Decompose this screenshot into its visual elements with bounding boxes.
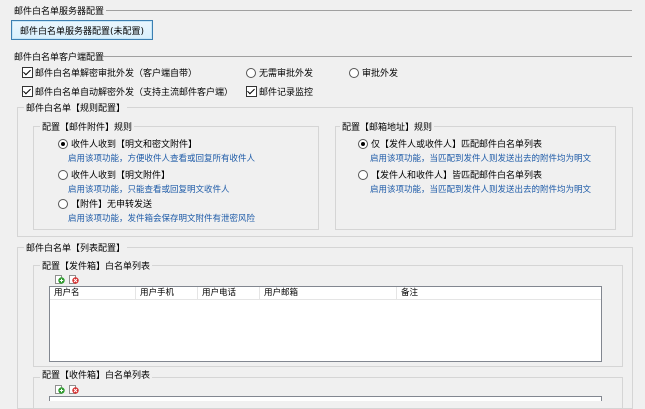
decrypt-approval-label: 邮件白名单解密审批外发（客户端自带）: [35, 69, 198, 79]
column-header[interactable]: 用户电话: [198, 287, 260, 299]
record-monitor-label: 邮件记录监控: [259, 88, 314, 98]
checkbox-box[interactable]: [22, 67, 33, 78]
decrypt-approval-checkbox[interactable]: 邮件白名单解密审批外发（客户端自带）: [22, 66, 197, 79]
divider: [106, 10, 632, 11]
address-rule-radio-2[interactable]: 【发件人和收件人】皆匹配邮件白名单列表: [358, 168, 542, 181]
attachment-rule-radio-1[interactable]: 收件人收到【明文和密文附件】: [58, 137, 197, 150]
record-monitor-checkbox[interactable]: 邮件记录监控: [246, 85, 313, 98]
address-rules-title: 配置【邮箱地址】规则: [340, 120, 435, 133]
approval-label: 审批外发: [362, 69, 399, 79]
radio-circle[interactable]: [358, 169, 368, 180]
radio-circle[interactable]: [349, 67, 359, 78]
checkbox-box[interactable]: [246, 86, 257, 97]
delete-icon[interactable]: [69, 384, 79, 394]
address-rule-label: 【发件人和收件人】皆匹配邮件白名单列表: [371, 171, 543, 181]
receiver-list-table[interactable]: [49, 396, 602, 401]
attachment-rules-title: 配置【邮件附件】规则: [40, 120, 135, 133]
radio-circle[interactable]: [358, 138, 368, 149]
table-header: 用户名 用户手机 用户电话 用户邮箱 备注: [50, 287, 601, 300]
attachment-rule-label: 收件人收到【明文和密文附件】: [71, 140, 198, 150]
radio-circle[interactable]: [246, 67, 256, 78]
server-config-button[interactable]: 邮件白名单服务器配置(未配置): [11, 20, 153, 40]
receiver-list-title: 配置【收件箱】白名单列表: [40, 368, 153, 381]
column-header[interactable]: 用户名: [50, 287, 136, 299]
list-section-title: 邮件白名单【列表配置】: [24, 241, 128, 254]
rule-section-title: 邮件白名单【规则配置】: [24, 101, 128, 114]
no-approval-radio[interactable]: 无需审批外发: [246, 66, 313, 79]
add-icon[interactable]: [55, 384, 65, 394]
checkbox-box[interactable]: [22, 86, 33, 97]
receiver-list-group: [33, 377, 623, 408]
radio-circle[interactable]: [58, 138, 68, 149]
divider: [102, 56, 632, 57]
sender-list-table[interactable]: 用户名 用户手机 用户电话 用户邮箱 备注: [49, 286, 602, 362]
no-approval-label: 无需审批外发: [259, 69, 314, 79]
add-icon[interactable]: [55, 274, 65, 284]
auto-decrypt-checkbox[interactable]: 邮件白名单自动解密外发（支持主流邮件客户端）: [22, 85, 233, 98]
attachment-rule-desc: 启用该项功能，发件箱会保存明文附件有泄密风险: [68, 214, 256, 224]
attachment-rule-desc: 启用该项功能，只能查看或回复明文收件人: [68, 185, 230, 195]
column-header[interactable]: 备注: [397, 287, 599, 299]
address-rule-desc: 启用该项功能，当匹配到发件人则发送出去的附件均为明文: [370, 154, 592, 164]
server-section-title: 邮件白名单服务器配置: [14, 7, 105, 17]
radio-circle[interactable]: [58, 198, 68, 209]
column-header[interactable]: 用户手机: [136, 287, 198, 299]
attachment-rule-desc: 启用该项功能，方便收件人查看或回复所有收件人: [68, 154, 256, 164]
column-header[interactable]: 用户邮箱: [260, 287, 397, 299]
attachment-rule-radio-2[interactable]: 收件人收到【明文附件】: [58, 168, 170, 181]
radio-circle[interactable]: [58, 169, 68, 180]
address-rule-label: 仅【发件人或收件人】匹配邮件白名单列表: [371, 140, 543, 150]
client-section-title: 邮件白名单客户端配置: [14, 53, 105, 63]
attachment-rule-label: 【附件】无申转发送: [71, 200, 153, 210]
approval-radio[interactable]: 审批外发: [349, 66, 398, 79]
attachment-rule-radio-3[interactable]: 【附件】无申转发送: [58, 197, 152, 210]
delete-icon[interactable]: [69, 274, 79, 284]
attachment-rule-label: 收件人收到【明文附件】: [71, 171, 171, 181]
address-rule-radio-1[interactable]: 仅【发件人或收件人】匹配邮件白名单列表: [358, 137, 542, 150]
auto-decrypt-label: 邮件白名单自动解密外发（支持主流邮件客户端）: [35, 88, 234, 98]
address-rule-desc: 启用该项功能，当匹配到发件人则发送出去的附件均为明文: [370, 185, 592, 195]
sender-list-title: 配置【发件箱】白名单列表: [40, 259, 153, 272]
